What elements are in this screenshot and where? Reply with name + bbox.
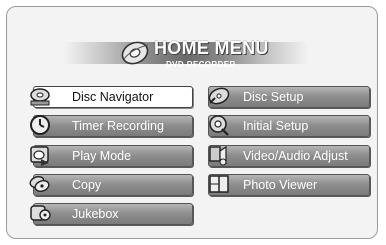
timer-recording-button[interactable]: Timer Recording [33,115,193,137]
photo-viewer-button[interactable]: Photo Viewer [208,174,370,196]
copy-label: Copy [72,178,102,192]
initial-setup-label: Initial Setup [243,119,309,133]
disc-navigator-label: Disc Navigator [72,90,154,104]
initial-setup-button[interactable]: Initial Setup [208,115,370,137]
photo-viewer-icon [209,175,229,193]
video-audio-adjust-label: Video/Audio Adjust [243,149,348,163]
video-audio-adjust-button[interactable]: Video/Audio Adjust [208,145,370,167]
timer-recording-label: Timer Recording [72,119,164,133]
jukebox-button[interactable]: Jukebox [33,203,193,225]
play-mode-button[interactable]: Play Mode [33,145,193,167]
jukebox-label: Jukebox [72,207,119,221]
disc-setup-label: Disc Setup [243,90,304,104]
page-subtitle: DVD RECORDER [166,60,236,69]
disc-navigator-button[interactable]: Disc Navigator [33,86,193,108]
clock-icon [30,115,50,135]
video-audio-adjust-icon [209,145,227,166]
initial-setup-icon [209,115,229,136]
jukebox-icon [30,205,51,221]
page-title: HOME MENU [154,38,269,58]
disc-logo-icon [121,41,149,65]
home-menu-header: HOME MENU DVD RECORDER [118,37,288,71]
play-mode-icon [30,146,49,166]
photo-viewer-label: Photo Viewer [243,178,318,192]
copy-icon [29,176,50,192]
play-mode-label: Play Mode [72,149,132,163]
disc-setup-icon [208,87,230,105]
copy-button[interactable]: Copy [33,174,193,196]
disc-navigator-icon [30,88,50,106]
disc-setup-button[interactable]: Disc Setup [208,86,370,108]
